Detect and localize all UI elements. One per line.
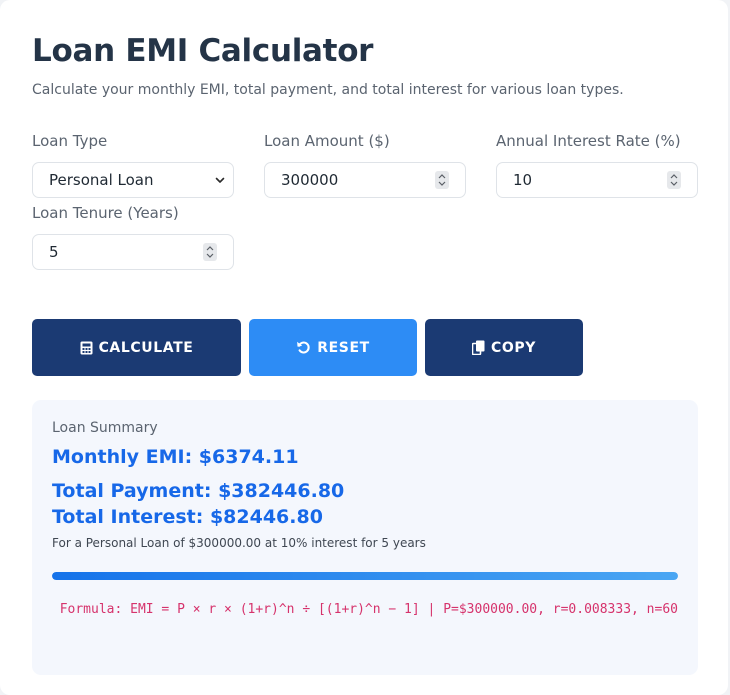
summary-progress-fill (52, 572, 678, 580)
chevron-up-icon (206, 246, 214, 251)
loan-amount-stepper[interactable] (435, 171, 449, 189)
chevron-up-icon (438, 174, 446, 179)
interest-rate-value: 10 (513, 171, 533, 189)
tenure-label: Loan Tenure (Years) (32, 204, 179, 222)
page-title: Loan EMI Calculator (32, 33, 374, 69)
tenure-value: 5 (49, 243, 59, 261)
summary-detail: For a Personal Loan of $300000.00 at 10%… (52, 536, 426, 550)
chevron-up-icon (670, 174, 678, 179)
loan-amount-label: Loan Amount ($) (264, 132, 390, 150)
reset-button-label: RESET (317, 339, 370, 356)
reset-button[interactable]: RESET (249, 319, 417, 376)
loan-amount-input[interactable]: 300000 (264, 162, 466, 198)
summary-label: Loan Summary (52, 420, 158, 436)
interest-rate-label: Annual Interest Rate (%) (496, 132, 681, 150)
formula-text: Formula: EMI = P × r × (1+r)^n ÷ [(1+r)^… (59, 602, 678, 617)
calculate-button-label: CALCULATE (98, 339, 194, 356)
page-subtitle: Calculate your monthly EMI, total paymen… (32, 82, 624, 98)
calculator-card: Loan EMI Calculator Calculate your month… (0, 0, 728, 695)
monthly-emi: Monthly EMI: $6374.11 (52, 446, 299, 468)
interest-rate-stepper[interactable] (667, 171, 681, 189)
chevron-down-icon (206, 253, 214, 258)
summary-progress-bar (52, 572, 678, 580)
tenure-input[interactable]: 5 (32, 234, 234, 270)
total-interest: Total Interest: $82446.80 (52, 506, 323, 528)
loan-amount-value: 300000 (281, 171, 339, 189)
chevron-down-icon (438, 181, 446, 186)
loan-type-select[interactable]: Personal Loan (32, 162, 234, 198)
reset-icon (297, 341, 310, 354)
chevron-down-icon (215, 177, 225, 183)
copy-button[interactable]: COPY (425, 319, 583, 376)
calculate-button[interactable]: CALCULATE (32, 319, 241, 376)
loan-type-value: Personal Loan (49, 171, 154, 189)
chevron-down-icon (670, 181, 678, 186)
tenure-stepper[interactable] (203, 243, 217, 261)
copy-button-label: COPY (491, 339, 536, 356)
interest-rate-input[interactable]: 10 (496, 162, 698, 198)
calculator-icon (80, 341, 93, 354)
total-payment: Total Payment: $382446.80 (52, 480, 345, 502)
copy-icon (472, 340, 485, 355)
loan-type-label: Loan Type (32, 132, 108, 150)
loan-summary-panel: Loan Summary Monthly EMI: $6374.11 Total… (32, 400, 698, 675)
